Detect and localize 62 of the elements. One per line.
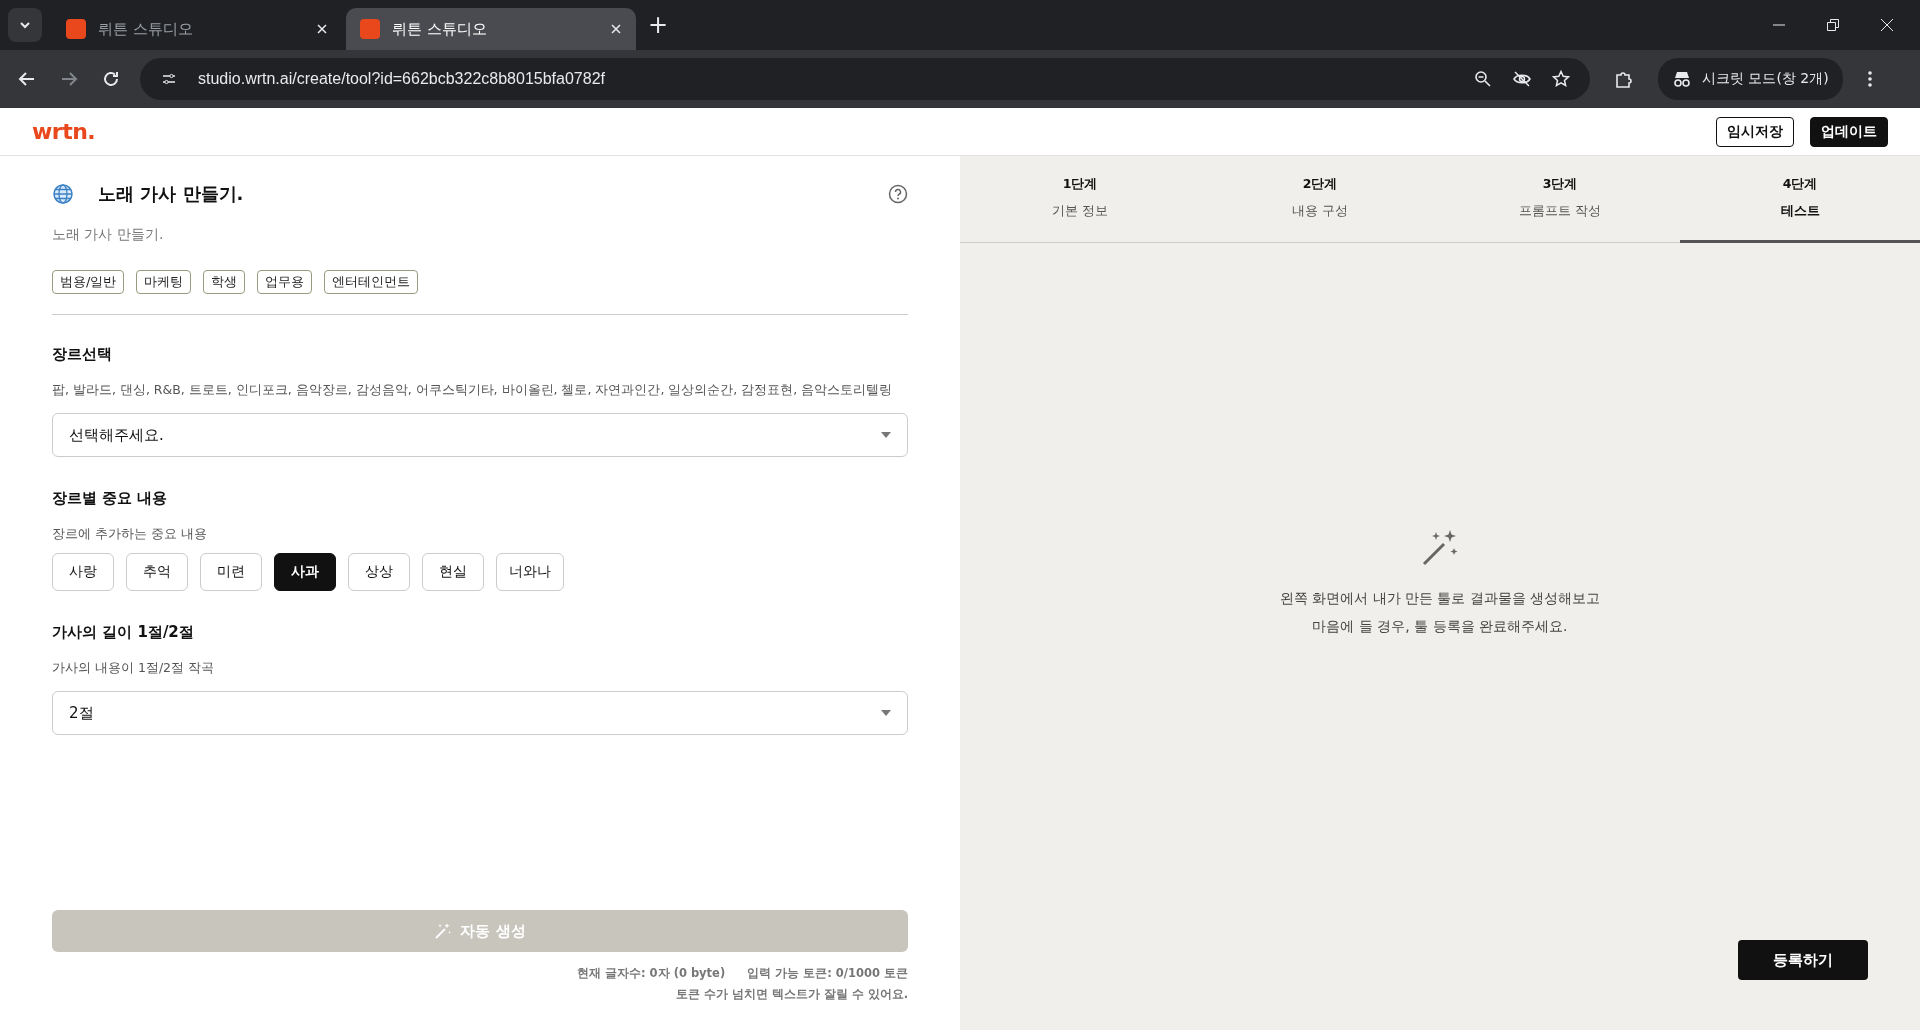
option-chip[interactable]: 추억 (126, 553, 188, 591)
step-tab[interactable]: 1단계 기본 정보 (960, 156, 1200, 243)
option-chip[interactable]: 현실 (422, 553, 484, 591)
step-tab[interactable]: 2단계 내용 구성 (1200, 156, 1440, 243)
close-icon[interactable] (316, 23, 328, 35)
kebab-menu-icon[interactable] (1866, 70, 1873, 88)
empty-state-text: 마음에 들 경우, 툴 등록을 완료해주세요. (1312, 617, 1568, 636)
browser-tab[interactable]: 뤼튼 스튜디오 (346, 8, 636, 50)
option-chip[interactable]: 사랑 (52, 553, 114, 591)
new-tab-button[interactable]: + (640, 7, 676, 43)
url-text: studio.wrtn.ai/create/tool?id=662bcb322c8b8015bfa0782f (198, 70, 605, 88)
tab-list-button[interactable] (8, 8, 42, 42)
forward-icon[interactable] (60, 70, 78, 88)
option-chip[interactable]: 미련 (200, 553, 262, 591)
register-button[interactable]: 등록하기 (1738, 940, 1868, 980)
field-label: 가사의 길이 1절/2절 (52, 623, 195, 642)
option-chip[interactable]: 상상 (348, 553, 410, 591)
token-warning: 토큰 수가 넘치면 텍스트가 잘릴 수 있어요. (675, 987, 908, 1002)
favicon-icon (360, 19, 380, 39)
dropdown-caret-icon (881, 432, 891, 438)
category-tag: 업무용 (257, 270, 313, 294)
field-label: 장르별 중요 내용 (52, 489, 169, 508)
tool-description: 노래 가사 만들기. (52, 226, 165, 244)
favicon-icon (66, 19, 86, 39)
update-button[interactable]: 업데이트 (1810, 116, 1888, 147)
logo[interactable]: wrtn. (32, 119, 96, 144)
token-count: 입력 가능 토큰: 0/1000 토큰 (747, 966, 908, 981)
incognito-indicator[interactable]: 시크릿 모드(창 2개) (1658, 58, 1843, 100)
close-icon[interactable] (1880, 18, 1894, 32)
select-field[interactable]: 선택해주세요. (52, 413, 908, 457)
tool-title: 노래 가사 만들기. (98, 182, 244, 206)
field-hint: 팝, 발라드, 댄싱, R&B, 트로트, 인디포크, 음악장르, 감성음악, 어쿠스틱기타, 바이올린, 첼로, 자연과인간, 일상의순간, 감정표현, 음악스토리텔링 (52, 382, 894, 399)
category-tag: 마케팅 (136, 270, 192, 294)
puzzle-icon[interactable] (1614, 69, 1634, 89)
dropdown-caret-icon (881, 710, 891, 716)
select-field[interactable]: 2절 (52, 691, 908, 735)
category-tag: 학생 (203, 270, 246, 294)
empty-state-text: 왼쪽 화면에서 내가 만든 툴로 결과물을 생성해보고 (1279, 589, 1601, 608)
zoom-icon[interactable] (1474, 70, 1492, 88)
character-count: 현재 글자수: 0자 (0 byte) (577, 966, 726, 981)
back-icon[interactable] (18, 70, 36, 88)
step-tab[interactable]: 4단계 테스트 (1680, 156, 1920, 243)
option-chip[interactable]: 사과 (274, 553, 336, 591)
address-bar[interactable]: studio.wrtn.ai/create/tool?id=662bcb322c8b8015bfa0782f (140, 58, 1590, 100)
eye-slash-icon[interactable] (1512, 70, 1532, 88)
help-icon[interactable] (888, 184, 908, 204)
globe-icon (52, 183, 74, 205)
category-tag: 엔터테인먼트 (324, 270, 419, 294)
magic-wand-icon (434, 922, 453, 940)
step-tab[interactable]: 3단계 프롬프트 작성 (1440, 156, 1680, 243)
field-hint: 가사의 내용이 1절/2절 작곡 (52, 660, 216, 677)
category-tag: 범용/일반 (52, 270, 125, 294)
field-hint: 장르에 추가하는 중요 내용 (52, 526, 208, 543)
option-chip[interactable]: 너와나 (496, 553, 564, 591)
save-draft-button[interactable]: 임시저장 (1716, 116, 1794, 147)
incognito-label: 시크릿 모드(창 2개) (1702, 70, 1829, 88)
reload-icon[interactable] (102, 70, 120, 88)
incognito-icon (1672, 70, 1692, 88)
close-icon[interactable] (610, 23, 622, 35)
star-icon[interactable] (1552, 70, 1570, 88)
restore-icon[interactable] (1826, 18, 1840, 32)
field-label: 장르선택 (52, 345, 113, 364)
